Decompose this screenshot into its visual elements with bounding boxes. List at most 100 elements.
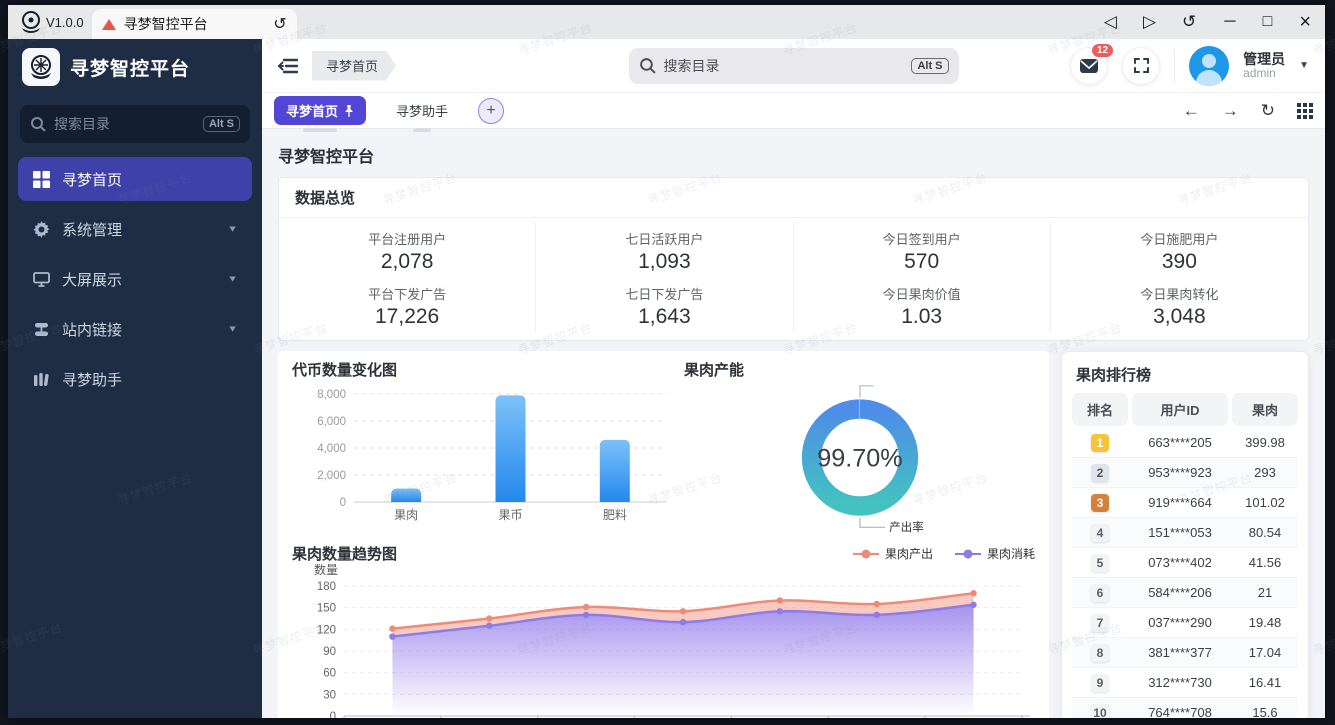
nav-forward-button[interactable]: ▷ (1143, 5, 1156, 39)
trend-chart-block: 果肉数量趋势图 果肉产出果肉消耗 0306090120150180数量04/13… (292, 543, 1035, 718)
pulp-value: 21 (1257, 585, 1273, 600)
svg-text:0: 0 (330, 711, 336, 718)
rank-badge: 4 (1091, 523, 1109, 542)
nav-reload-button[interactable]: ↺ (1182, 5, 1196, 39)
sidebar-item-1[interactable]: 寻梦首页 (18, 157, 252, 201)
window-minimize-button[interactable]: ─ (1224, 5, 1235, 39)
app-header: 寻梦首页 搜索目录 Alt S 12 管理员 admin ▼ (262, 39, 1325, 93)
legend-marker-icon (852, 549, 879, 558)
avatar[interactable] (1189, 45, 1230, 86)
data-overview-panel: 数据总览 平台注册用户 2,078 七日活跃用户 1,093 今日签到用户 570 今日施肥… (278, 177, 1309, 341)
add-tab-button[interactable]: + (478, 97, 505, 124)
sidebar-search-input[interactable]: 搜索目录 Alt S (20, 105, 250, 143)
rank-badge: 1 (1091, 433, 1109, 452)
pulp-value: 293 (1254, 465, 1276, 480)
user-id: 151****053 (1148, 525, 1212, 540)
stat-card: 七日活跃用户 1,093 (536, 222, 794, 277)
user-id: 073****402 (1148, 555, 1212, 570)
svg-text:8,000: 8,000 (317, 389, 346, 401)
stat-value: 2,078 (380, 250, 434, 273)
svg-text:120: 120 (317, 624, 336, 636)
brand-name: 寻梦智控平台 (70, 58, 191, 80)
capacity-donut-chart: 99.70% 产出率 (801, 385, 924, 534)
sidebar-item-3[interactable]: 大屏展示 ▼ (18, 257, 252, 301)
stat-label: 七日下发广告 (625, 287, 704, 302)
sidebar-item-5[interactable]: 寻梦助手 (18, 357, 252, 401)
table-row: 4 151****053 80.54 (1072, 518, 1298, 548)
tab-reload-icon[interactable]: ↺ (273, 14, 286, 34)
legend-label: 果肉产出 (884, 547, 933, 561)
stat-value: 1,643 (638, 305, 691, 328)
bar-chart-title: 代币数量变化图 (292, 362, 398, 379)
pin-icon (344, 104, 354, 117)
stat-card: 平台下发广告 17,226 (279, 277, 537, 332)
sidebar-item-label: 寻梦助手 (62, 371, 123, 389)
user-menu-caret-icon[interactable]: ▼ (1299, 60, 1309, 71)
rank-badge: 8 (1091, 643, 1109, 662)
pulp-value: 16.41 (1248, 675, 1282, 690)
legend-item[interactable]: 果肉消耗 (954, 545, 1035, 562)
tabs-forward-icon[interactable]: → (1222, 101, 1239, 121)
titlebar-brand: V1.0.0 (8, 5, 92, 39)
sidebar-item-2[interactable]: 系统管理 ▼ (18, 207, 252, 251)
tabs-grid-icon[interactable] (1297, 102, 1313, 119)
tab-title: 寻梦智控平台 (123, 16, 208, 32)
nav-back-button[interactable]: ◁ (1104, 5, 1117, 39)
sidebar-item-label: 大屏展示 (62, 271, 123, 289)
sidebar-search-shortcut: Alt S (202, 116, 240, 132)
sidebar-brand: 寻梦智控平台 (8, 39, 262, 95)
stat-label: 七日活跃用户 (625, 232, 704, 247)
page-tabbar: 寻梦首页 寻梦助手 + ← → ↻ (262, 93, 1325, 132)
ranking-header-row: 排名 用户ID 果肉 (1072, 393, 1298, 426)
breadcrumb[interactable]: 寻梦首页 (312, 51, 396, 81)
user-id: 584****206 (1148, 585, 1212, 600)
stat-label: 今日果肉转化 (1140, 287, 1219, 302)
window-close-button[interactable]: × (1299, 5, 1311, 39)
brand-logo-icon (22, 48, 60, 86)
stat-value: 3,048 (1153, 305, 1206, 328)
stat-value: 390 (1161, 250, 1197, 273)
user-id: 764****708 (1148, 705, 1212, 718)
rank-badge: 6 (1091, 583, 1109, 602)
search-input[interactable]: 搜索目录 Alt S (628, 47, 959, 84)
legend-marker-icon (954, 549, 981, 558)
rank-badge: 7 (1091, 613, 1109, 632)
tab-home-label: 寻梦首页 (286, 104, 339, 119)
legend-label: 果肉消耗 (986, 547, 1035, 561)
table-row: 1 663****205 399.98 (1072, 428, 1298, 458)
header-divider (1174, 48, 1176, 83)
pulp-value: 399.98 (1245, 435, 1285, 450)
svg-text:99.70%: 99.70% (817, 444, 902, 472)
table-row: 6 584****206 21 (1072, 578, 1298, 608)
chevron-down-icon: ▼ (227, 224, 238, 234)
tabs-back-icon[interactable]: ← (1183, 101, 1200, 121)
grid-icon (32, 170, 50, 188)
tab-assistant[interactable]: 寻梦助手 (384, 96, 460, 132)
app-version: V1.0.0 (46, 14, 84, 30)
fullscreen-button[interactable] (1122, 46, 1161, 85)
stat-label: 平台下发广告 (368, 287, 447, 302)
stat-card: 今日签到用户 570 (794, 222, 1051, 277)
trend-chart-title: 果肉数量趋势图 (292, 546, 398, 563)
sidebar-collapse-icon[interactable] (278, 57, 298, 75)
token-bar-chart-block: 代币数量变化图 0 2,000 4,000 6,000 8,000 果肉 果币 肥料 (292, 359, 684, 537)
stat-card: 平台注册用户 2,078 (279, 222, 537, 277)
stat-value: 570 (904, 250, 940, 273)
tab-home[interactable]: 寻梦首页 (274, 96, 367, 132)
mail-button[interactable]: 12 (1070, 41, 1116, 85)
link-icon (32, 322, 50, 337)
capacity-donut-block: 果肉产能 99.70% 产出率 (684, 359, 1035, 537)
sidebar-item-4[interactable]: 站内链接 ▼ (18, 307, 252, 351)
window-maximize-button[interactable]: □ (1263, 5, 1273, 39)
browser-tab[interactable]: 寻梦智控平台 ↺ (91, 9, 297, 39)
search-placeholder: 搜索目录 (663, 57, 720, 74)
legend-item[interactable]: 果肉产出 (852, 545, 933, 562)
rank-badge: 3 (1091, 493, 1109, 512)
user-name: 管理员 (1243, 50, 1286, 67)
svg-text:2,000: 2,000 (317, 470, 346, 482)
pulp-value: 17.04 (1248, 645, 1282, 660)
tabs-refresh-icon[interactable]: ↻ (1261, 101, 1275, 121)
table-row: 9 312****730 16.41 (1072, 668, 1298, 698)
overview-title: 数据总览 (279, 178, 1308, 218)
pulp-value: 41.56 (1248, 555, 1282, 570)
